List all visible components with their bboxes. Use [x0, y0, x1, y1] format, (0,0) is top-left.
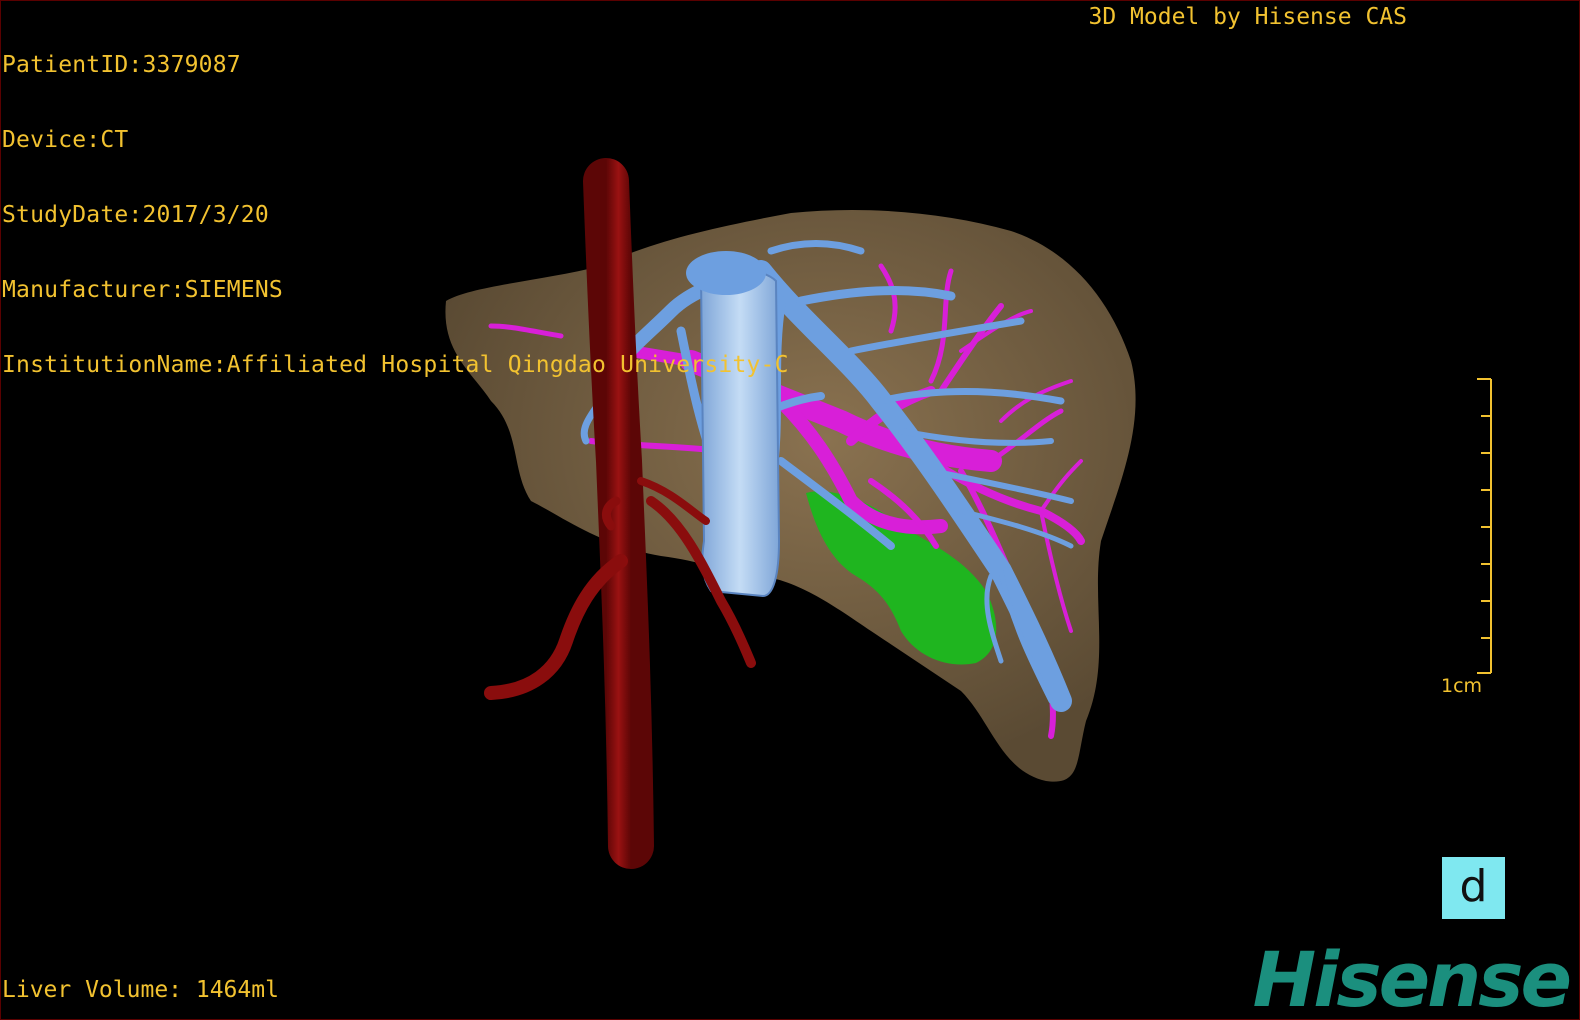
view-orientation-badge[interactable]: d [1442, 857, 1505, 919]
study-date-text: StudyDate:2017/3/20 [2, 202, 269, 228]
model-credit-text: 3D Model by Hisense CAS [1088, 4, 1408, 30]
device-text: Device:CT [2, 127, 129, 153]
scale-bar [1477, 378, 1492, 674]
dicom-info-overlay: PatientID:3379087 Device:CT StudyDate:20… [2, 3, 789, 428]
scale-bar-label: 1cm [1441, 675, 1483, 697]
3d-viewport[interactable]: PatientID:3379087 Device:CT StudyDate:20… [0, 0, 1580, 1020]
manufacturer-text: Manufacturer:SIEMENS [2, 277, 283, 303]
institution-text: InstitutionName:Affiliated Hospital Qing… [2, 352, 789, 378]
liver-volume-text: Liver Volume: 1464ml [2, 977, 279, 1003]
hisense-logo: Hisense [1252, 935, 1572, 1020]
patient-id-text: PatientID:3379087 [2, 52, 241, 78]
